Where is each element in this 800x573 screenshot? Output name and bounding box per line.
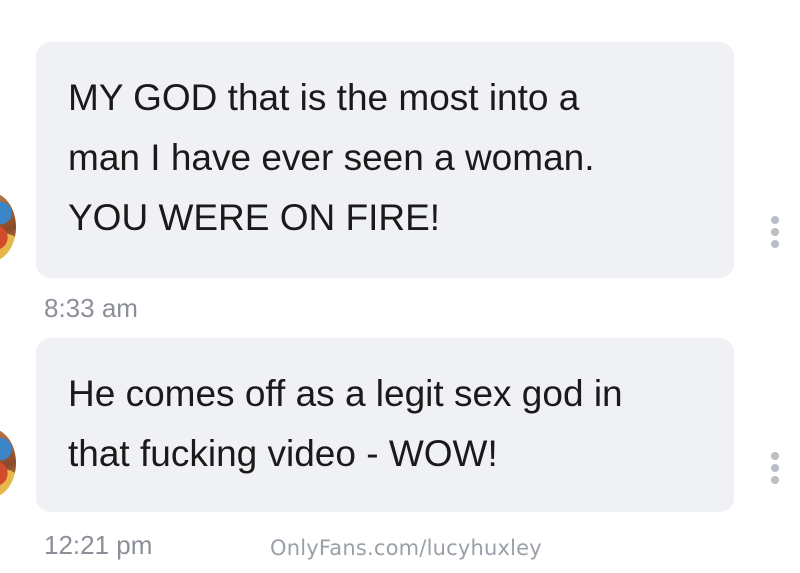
message-timestamp: 8:33 am	[44, 293, 138, 323]
message-timestamp: 12:21 pm	[44, 530, 153, 560]
message-text-line: YOU WERE ON FIRE!	[68, 197, 441, 238]
message-text-line: man I have ever seen a woman.	[68, 137, 595, 178]
dot	[771, 452, 779, 460]
dot	[771, 464, 779, 472]
watermark: OnlyFans.com/lucyhuxley	[270, 536, 542, 560]
dot	[771, 476, 779, 484]
dot	[771, 216, 779, 224]
message-text-line: MY GOD that is the most into a	[68, 77, 580, 118]
avatar[interactable]	[0, 192, 16, 262]
message-bubble[interactable]: He comes off as a legit sex god in that …	[36, 338, 734, 512]
dot	[771, 240, 779, 248]
message-text-line: He comes off as a legit sex god in	[68, 373, 623, 414]
avatar[interactable]	[0, 428, 16, 498]
dot	[771, 228, 779, 236]
message-bubble[interactable]: MY GOD that is the most into a man I hav…	[36, 42, 734, 278]
message-text-line: that fucking video - WOW!	[68, 433, 498, 474]
more-vertical-icon[interactable]	[768, 452, 782, 484]
more-vertical-icon[interactable]	[768, 216, 782, 248]
